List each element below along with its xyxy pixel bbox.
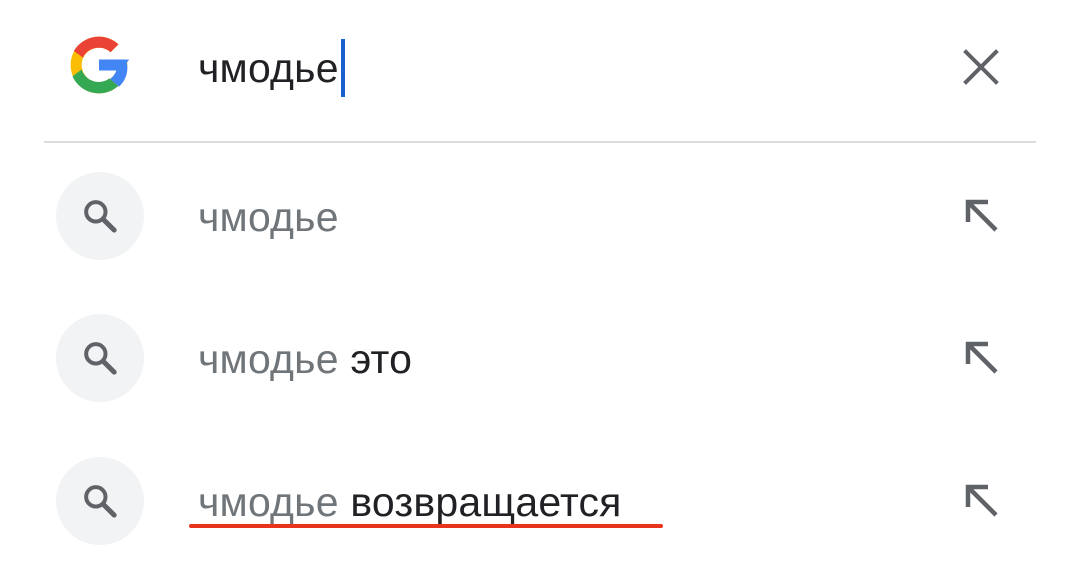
suggestion-text: чмодье это <box>198 336 412 383</box>
arrow-up-left-icon <box>965 341 998 374</box>
search-bar: чмодье <box>0 0 1080 140</box>
fill-query-button[interactable] <box>954 473 1010 529</box>
suggestion-prefix: чмодье <box>198 194 339 240</box>
fill-query-button[interactable] <box>954 188 1010 244</box>
suggestion-row[interactable]: чмодье возвращается <box>0 423 1080 563</box>
arrow-up-left-icon <box>965 484 998 517</box>
search-screen: чмодье чмодье чмодье это чмодье возвраща… <box>0 0 1080 563</box>
search-input[interactable]: чмодье <box>198 38 345 98</box>
search-icon <box>84 485 117 518</box>
search-icon-circle <box>56 172 144 260</box>
clear-button[interactable] <box>952 38 1010 96</box>
search-icon-circle <box>56 314 144 402</box>
search-divider <box>44 141 1036 143</box>
suggestion-prefix: чмодье <box>198 479 339 525</box>
search-icon <box>84 342 117 375</box>
suggestion-row[interactable]: чмодье <box>0 144 1080 284</box>
search-icon <box>84 200 117 233</box>
search-query-text: чмодье <box>198 44 339 91</box>
suggestion-row[interactable]: чмодье это <box>0 286 1080 426</box>
annotation-underline <box>189 524 663 528</box>
text-caret <box>340 39 345 97</box>
suggestion-prefix: чмодье <box>198 336 339 382</box>
suggestion-suffix: возвращается <box>338 479 622 525</box>
suggestion-suffix: это <box>338 336 413 382</box>
suggestion-text: чмодье возвращается <box>198 479 622 526</box>
suggestion-text: чмодье <box>198 194 339 241</box>
fill-query-button[interactable] <box>954 330 1010 386</box>
close-icon <box>963 49 999 85</box>
search-icon-circle <box>56 457 144 545</box>
arrow-up-left-icon <box>965 199 998 232</box>
google-g-logo[interactable] <box>62 28 136 102</box>
